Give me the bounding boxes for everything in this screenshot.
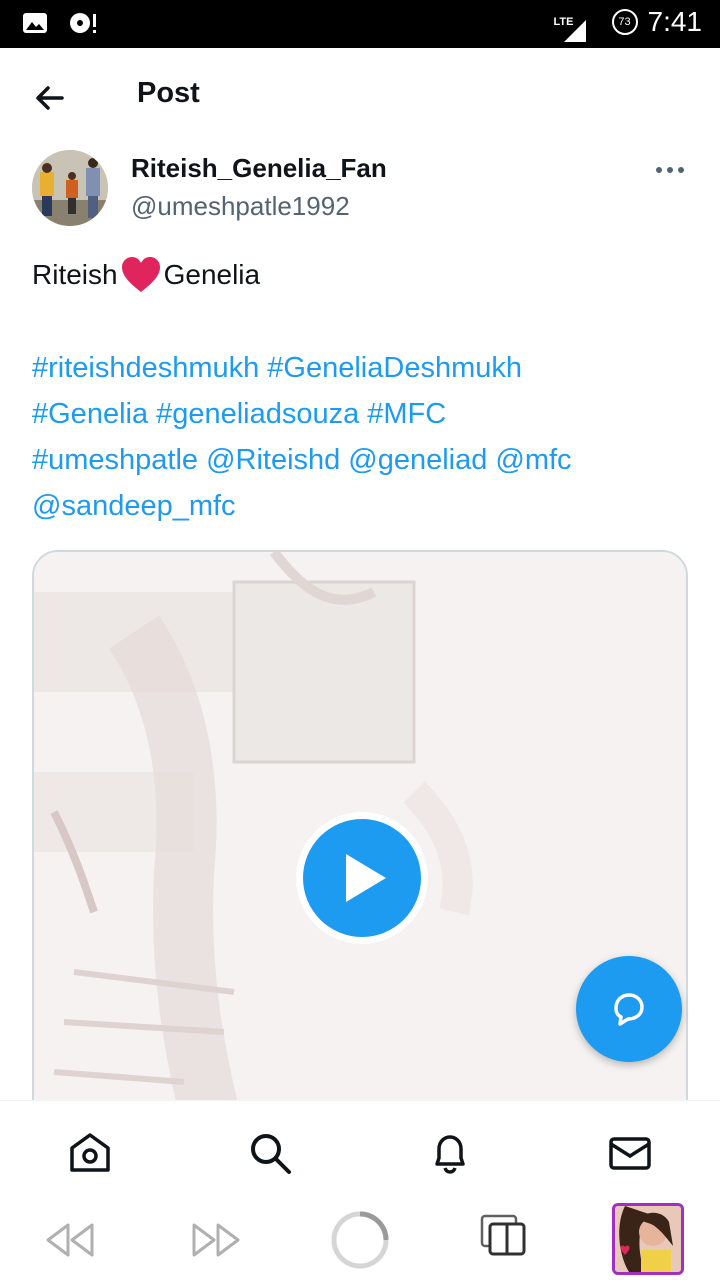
hashtag-link[interactable]: #geneliadsouza xyxy=(156,398,359,430)
play-icon xyxy=(346,854,386,902)
nav-messages[interactable] xyxy=(606,1129,654,1177)
author-name[interactable]: Riteish_Genelia_Fan xyxy=(131,153,387,184)
hashtag-link[interactable]: #riteishdeshmukh xyxy=(32,352,259,384)
reply-bubble-icon xyxy=(614,993,644,1026)
post-text: Riteish Genelia xyxy=(32,256,260,294)
clock: 7:41 xyxy=(647,6,703,37)
mention-link[interactable]: @Riteishd xyxy=(206,444,340,476)
media-notification-icon xyxy=(70,13,96,33)
post-text-part: Genelia xyxy=(163,259,261,290)
mail-icon xyxy=(609,1137,651,1170)
fast-forward-button[interactable] xyxy=(190,1220,242,1260)
bottom-nav xyxy=(0,1100,720,1200)
play-button[interactable] xyxy=(296,812,428,944)
hashtag-link[interactable]: #umeshpatle xyxy=(32,444,198,476)
tabs-icon xyxy=(480,1214,526,1256)
mention-link[interactable]: @sandeep_mfc xyxy=(32,490,236,522)
tabs-button[interactable] xyxy=(480,1214,526,1258)
back-button[interactable] xyxy=(30,78,70,118)
more-options-button[interactable] xyxy=(652,160,688,180)
app-header: Post xyxy=(0,48,720,144)
status-bar: LTE 73 7:41 xyxy=(0,0,720,48)
more-dot xyxy=(678,167,684,173)
battery-indicator: 73 xyxy=(611,9,638,35)
mention-link[interactable]: @geneliad xyxy=(348,444,487,476)
nav-search[interactable] xyxy=(246,1129,294,1177)
author-handle[interactable]: @umeshpatle1992 xyxy=(131,191,350,222)
profile-thumbnail-image xyxy=(615,1206,681,1272)
mention-link[interactable]: @mfc xyxy=(495,444,571,476)
search-icon xyxy=(251,1134,291,1174)
rewind-icon xyxy=(46,1223,94,1257)
hashtag-link[interactable]: #Genelia xyxy=(32,398,148,430)
hashtag-link[interactable]: #MFC xyxy=(367,398,446,430)
video-media[interactable] xyxy=(32,550,688,1150)
hashtag-link[interactable]: #GeneliaDeshmukh xyxy=(267,352,522,384)
home-icon xyxy=(70,1133,110,1172)
app-thumbnail[interactable] xyxy=(612,1203,684,1275)
rewind-button[interactable] xyxy=(44,1220,96,1260)
arrow-left-icon xyxy=(36,86,64,110)
nav-home[interactable] xyxy=(66,1129,114,1177)
avatar[interactable] xyxy=(32,150,108,226)
gallery-notification-icon xyxy=(23,13,47,33)
compose-reply-button[interactable] xyxy=(576,956,682,1062)
more-dot xyxy=(667,167,673,173)
page-title: Post xyxy=(137,77,200,109)
fast-forward-icon xyxy=(192,1223,240,1257)
hashtags: #riteishdeshmukh #GeneliaDeshmukh #Geneli… xyxy=(32,345,692,529)
loading-spinner-icon xyxy=(331,1211,389,1269)
lte-indicator: LTE xyxy=(554,16,586,42)
bell-icon xyxy=(435,1135,465,1174)
post-text-part: Riteish xyxy=(32,259,118,290)
nav-notifications[interactable] xyxy=(426,1129,474,1177)
signal-icon xyxy=(563,20,586,42)
loading-indicator xyxy=(330,1210,390,1270)
heart-emoji-icon xyxy=(121,257,160,292)
more-horizontal-icon xyxy=(656,167,662,173)
